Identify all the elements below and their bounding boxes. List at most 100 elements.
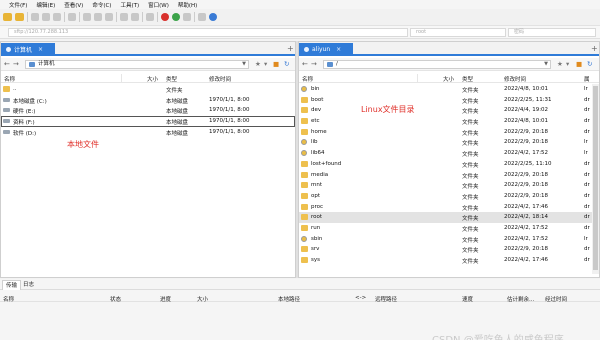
list-item[interactable]: 本地磁盘 (C:) 本地磁盘 1970/1/1, 8:00 (1, 95, 295, 106)
chevron-down-icon[interactable]: ▼ (242, 61, 246, 68)
list-item[interactable]: lib64 文件夹 2022/4/2, 17:52 lr (299, 148, 599, 159)
list-item[interactable]: sbin 文件夹 2022/4/2, 17:52 lr (299, 234, 599, 245)
link-icon[interactable] (42, 13, 50, 21)
col-speed[interactable]: 速度 (462, 295, 473, 303)
col-size[interactable]: 大小 (197, 295, 208, 303)
col-separator[interactable] (417, 74, 418, 82)
menu-item[interactable]: 文件(F) (9, 1, 27, 9)
menu-item[interactable]: 命令(C) (92, 1, 111, 9)
chevron-down-icon[interactable]: ▾ (264, 60, 267, 68)
col-modified[interactable]: 修改时间 (209, 75, 231, 83)
open-folder-icon[interactable] (15, 13, 24, 21)
col-direction[interactable]: <-> (355, 295, 366, 301)
new-tab-icon[interactable]: + (287, 44, 294, 53)
new-tab-icon[interactable]: + (591, 44, 598, 53)
col-attr[interactable]: 属 (584, 75, 590, 83)
up-folder-icon[interactable]: ■ (576, 60, 582, 68)
paste-icon[interactable] (94, 13, 102, 21)
chevron-down-icon[interactable]: ▼ (544, 61, 548, 68)
list-item[interactable]: bin 文件夹 2022/4/8, 10:01 lr (299, 84, 599, 95)
list-item[interactable]: proc 文件夹 2022/4/2, 17:46 dr (299, 202, 599, 213)
close-icon[interactable]: × (38, 46, 43, 53)
list-item[interactable]: etc 文件夹 2022/4/8, 10:01 dr (299, 116, 599, 127)
chevron-down-icon[interactable]: ▾ (566, 60, 569, 68)
delete-icon[interactable] (105, 13, 113, 21)
list-item[interactable]: boot 文件夹 2022/2/25, 11:31 dr (299, 95, 599, 106)
col-eta[interactable]: 估计剩余... (507, 295, 534, 303)
tab-transfer[interactable]: 传输 (2, 280, 22, 290)
list-item[interactable]: home 文件夹 2022/2/9, 20:18 dr (299, 127, 599, 138)
copy-icon[interactable] (31, 13, 39, 21)
col-modified[interactable]: 修改时间 (504, 75, 526, 83)
local-path-input[interactable]: 计算机 ▼ (25, 60, 249, 69)
stop-icon[interactable] (131, 13, 139, 21)
list-item[interactable]: media 文件夹 2022/2/9, 20:18 dr (299, 170, 599, 181)
col-local-path[interactable]: 本地路径 (278, 295, 300, 303)
scrollbar-thumb[interactable] (593, 86, 598, 270)
computer-icon (6, 47, 11, 52)
list-item[interactable]: run 文件夹 2022/4/2, 17:52 dr (299, 223, 599, 234)
col-separator[interactable] (121, 74, 122, 82)
remote-scrollbar[interactable] (592, 84, 599, 274)
password-input[interactable]: 密码 (508, 28, 596, 37)
list-item[interactable]: 软件 (D:) 本地磁盘 1970/1/1, 8:00 (1, 127, 295, 138)
list-item[interactable]: .. 文件夹 (1, 84, 295, 95)
refresh-icon[interactable]: ↻ (284, 60, 289, 68)
list-item[interactable]: dev 文件夹 2022/4/4, 19:02 dr (299, 105, 599, 116)
forward-icon[interactable]: → (311, 60, 317, 68)
menu-item[interactable]: 编辑(E) (36, 1, 55, 9)
list-item[interactable]: root 文件夹 2022/4/2, 18:14 dr (299, 212, 599, 223)
block-icon[interactable] (198, 13, 206, 21)
settings-icon[interactable] (146, 13, 154, 21)
col-name[interactable]: 名称 (3, 295, 14, 303)
remote-path-input[interactable]: / ▼ (323, 60, 551, 69)
forward-icon[interactable]: → (13, 60, 19, 68)
up-folder-icon[interactable]: ■ (273, 60, 279, 68)
menu-item[interactable]: 工具(T) (120, 1, 139, 9)
list-item[interactable]: sys 文件夹 2022/4/2, 17:46 dr (299, 255, 599, 266)
star-icon[interactable]: ★ (255, 60, 261, 68)
refresh-icon[interactable] (120, 13, 128, 21)
folder-icon (301, 182, 308, 189)
menu-item[interactable]: 窗口(W) (148, 1, 169, 9)
list-item[interactable]: lost+found 文件夹 2022/2/25, 11:10 dr (299, 159, 599, 170)
col-type[interactable]: 类型 (462, 75, 473, 83)
user-input[interactable]: root (410, 28, 506, 37)
col-size[interactable]: 大小 (443, 75, 454, 83)
col-name[interactable]: 名称 (4, 75, 15, 83)
list-item[interactable]: lib 文件夹 2022/2/9, 20:18 lr (299, 137, 599, 148)
col-elapsed[interactable]: 经过时间 (545, 295, 567, 303)
tab-log[interactable]: 日志 (20, 280, 37, 290)
cut-icon[interactable] (83, 13, 91, 21)
help-icon[interactable] (209, 13, 217, 21)
list-item[interactable]: mnt 文件夹 2022/2/9, 20:18 dr (299, 180, 599, 191)
col-progress[interactable]: 进度 (160, 295, 171, 303)
host-input[interactable]: sftp://120.77.288.113 (8, 28, 408, 37)
cell-type: 本地磁盘 (166, 120, 189, 127)
col-type[interactable]: 类型 (166, 75, 177, 83)
unlink-icon[interactable] (53, 13, 61, 21)
back-icon[interactable]: ← (4, 60, 10, 68)
lock-icon[interactable] (183, 13, 191, 21)
menu-item[interactable]: 帮助(H) (178, 1, 197, 9)
col-size[interactable]: 大小 (147, 75, 158, 83)
col-remote-path[interactable]: 远程路径 (375, 295, 397, 303)
sync-icon[interactable] (172, 13, 180, 21)
refresh-icon[interactable]: ↻ (587, 60, 592, 68)
tab-aliyun[interactable]: aliyun × (299, 43, 353, 56)
new-session-icon[interactable] (3, 13, 12, 21)
view-icon[interactable] (68, 13, 76, 21)
tab-computer[interactable]: 计算机 × (1, 43, 55, 56)
back-icon[interactable]: ← (302, 60, 308, 68)
col-status[interactable]: 状态 (110, 295, 121, 303)
list-item[interactable]: 硬件 (E:) 本地磁盘 1970/1/1, 8:00 (1, 105, 295, 116)
record-icon[interactable] (161, 13, 169, 21)
list-item[interactable]: opt 文件夹 2022/2/9, 20:18 dr (299, 191, 599, 202)
list-item[interactable]: 资料 (F:) 本地磁盘 1970/1/1, 8:00 (1, 116, 295, 127)
col-name[interactable]: 名称 (302, 75, 313, 83)
folder-icon (301, 224, 308, 231)
close-icon[interactable]: × (336, 46, 341, 53)
menu-item[interactable]: 查看(V) (64, 1, 83, 9)
list-item[interactable]: srv 文件夹 2022/2/9, 20:18 dr (299, 244, 599, 255)
star-icon[interactable]: ★ (557, 60, 563, 68)
